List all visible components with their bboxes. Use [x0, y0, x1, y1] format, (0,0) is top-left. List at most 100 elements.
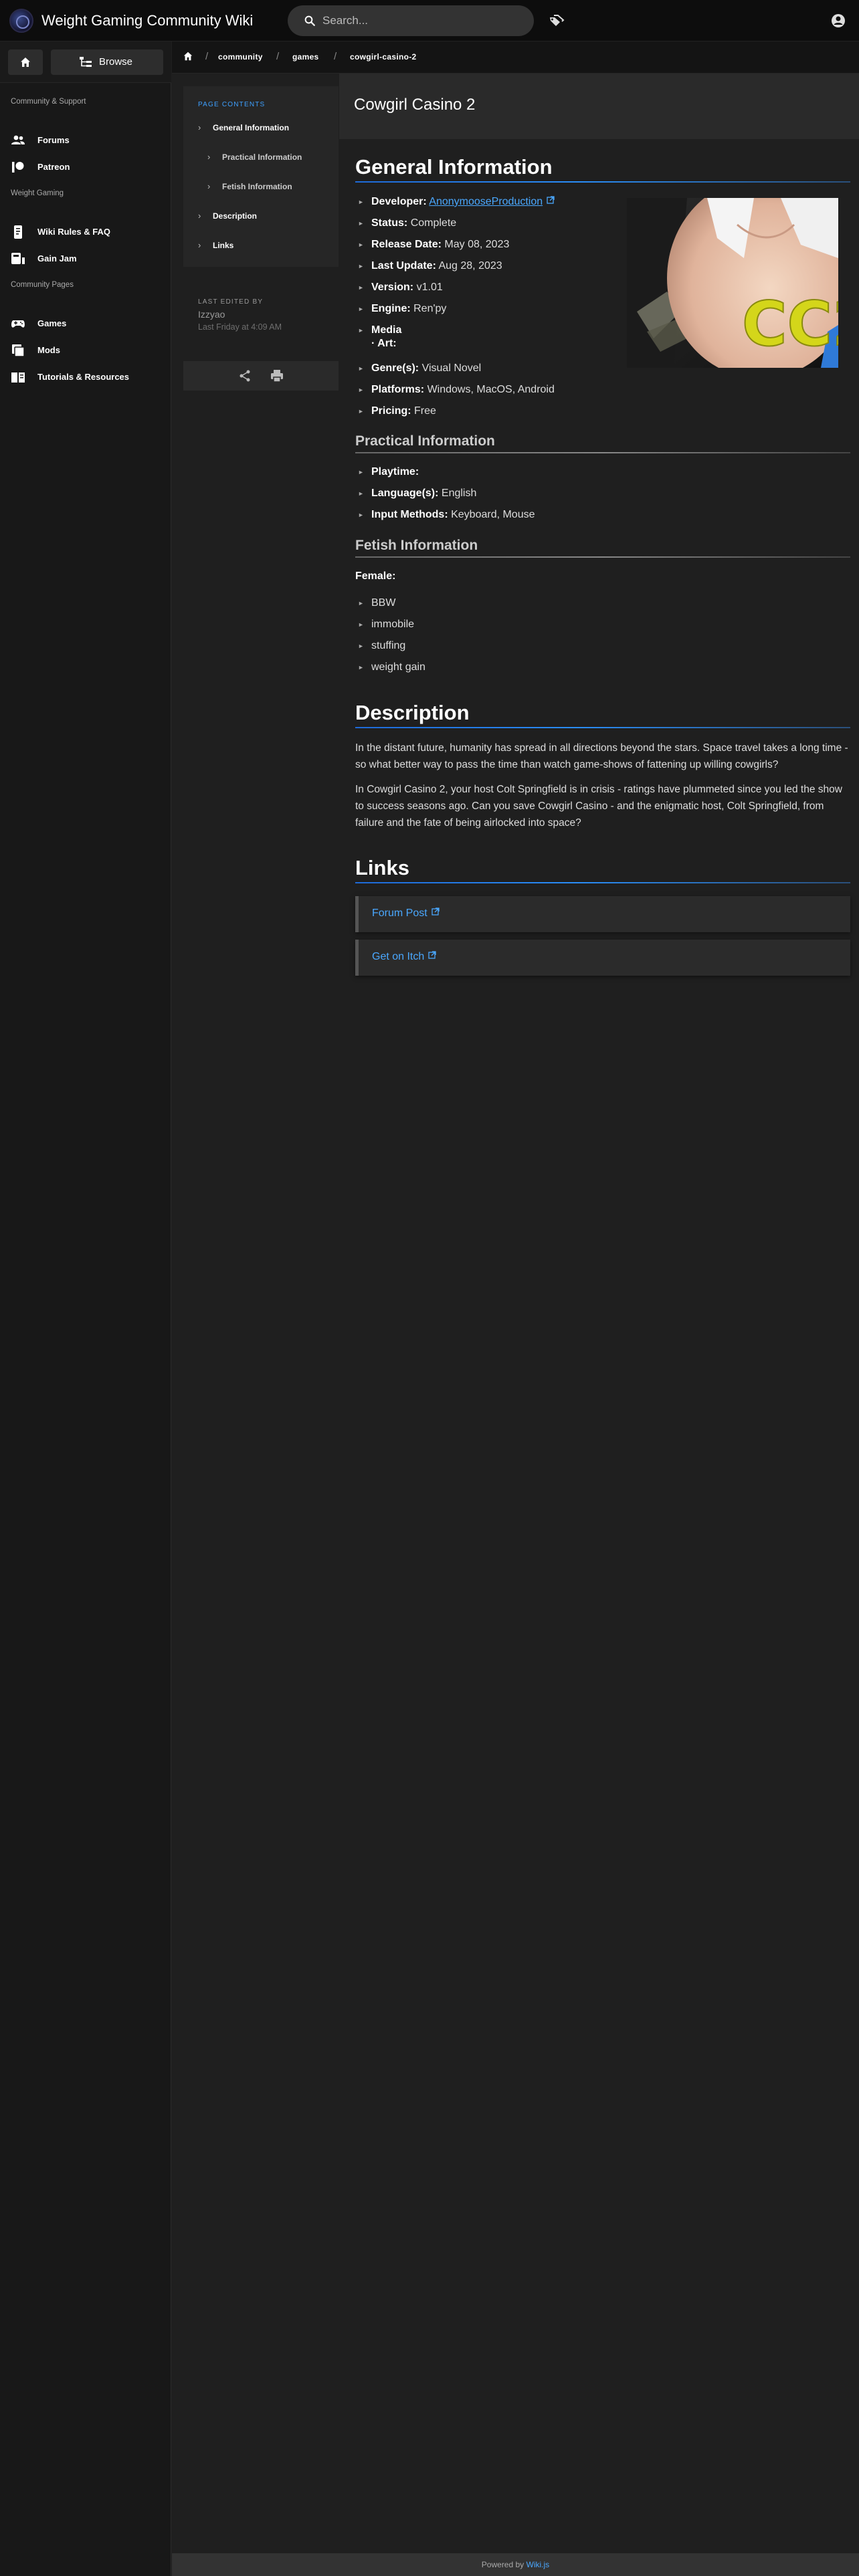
toc-item-label: General Information [213, 123, 290, 132]
breadcrumb-separator: / [334, 51, 337, 62]
link-get-on-itch[interactable]: Get on Itch [355, 940, 850, 976]
sidebar-item-label: Games [37, 318, 67, 328]
share-icon[interactable] [238, 369, 252, 383]
browse-label: Browse [99, 56, 133, 68]
description-paragraph: In Cowgirl Casino 2, your host Colt Spri… [355, 784, 842, 829]
home-icon[interactable] [183, 51, 193, 62]
field-label: Media [371, 324, 402, 336]
breadcrumb-item-community[interactable]: community [218, 52, 263, 62]
home-icon [21, 58, 30, 67]
link-forum-post[interactable]: Forum Post [355, 896, 850, 932]
heading-fetish: Fetish Information [355, 538, 478, 553]
sidebar-item-tutorials[interactable]: Tutorials & Resources [0, 364, 171, 390]
heading-links: Links [355, 856, 409, 879]
heading-general: General Information [355, 155, 553, 179]
chevron-right-icon: › [198, 122, 201, 132]
heading-description: Description [355, 701, 470, 724]
developer-link[interactable]: AnonymooseProduction [429, 196, 543, 207]
field-value: May 08, 2023 [444, 239, 510, 250]
heading-rule [355, 181, 850, 183]
sidebar-item-label: Tutorials & Resources [37, 372, 130, 382]
sidebar-header-community-pages: Community Pages [11, 281, 74, 289]
home-button[interactable] [8, 49, 43, 75]
browse-button[interactable]: Browse [51, 49, 163, 75]
cover-image[interactable]: CC2 [627, 198, 838, 368]
chevron-right-icon: › [198, 211, 201, 221]
page-header: Cowgirl Casino 2 [339, 74, 859, 139]
toc-item-label: Description [213, 211, 258, 221]
female-label: Female: [355, 570, 396, 582]
breadcrumb-item-games[interactable]: games [292, 52, 319, 62]
cover-art: CC2 [627, 198, 838, 368]
rules-icon [14, 225, 22, 239]
last-edited-time: Last Friday at 4:09 AM [198, 322, 282, 332]
print-icon[interactable] [270, 369, 284, 383]
external-link-icon [547, 196, 555, 204]
page-actions [183, 361, 339, 391]
patreon-icon [12, 162, 24, 173]
field-label: Platforms: [371, 384, 425, 395]
field-value: Free [414, 405, 436, 417]
external-link-icon [428, 951, 436, 959]
field-label: · Art: [371, 338, 397, 349]
last-edited: LAST EDITED BY Izzyao Last Friday at 4:0… [183, 281, 339, 348]
account-icon[interactable] [831, 13, 846, 28]
sidebar-item-label: Forums [37, 135, 70, 145]
field-value: English [441, 488, 477, 499]
link-label: Get on Itch [372, 951, 425, 962]
sidebar-header-weight-gaming: Weight Gaming [11, 189, 64, 197]
sidebar-item-label: Wiki Rules & FAQ [37, 227, 110, 237]
search-input[interactable] [322, 5, 523, 36]
description-paragraph: In the distant future, humanity has spre… [355, 742, 848, 770]
breadcrumb-item-current[interactable]: cowgirl-casino-2 [350, 52, 417, 62]
heading-rule [355, 727, 850, 728]
field-value: Windows, MacOS, Android [427, 384, 555, 395]
field-label: Playtime: [371, 466, 419, 477]
top-bar: Weight Gaming Community Wiki [0, 0, 859, 41]
toc-item-label: Links [213, 241, 234, 250]
mods-icon [12, 344, 25, 357]
field-value: Aug 28, 2023 [438, 260, 502, 272]
search-box[interactable] [288, 5, 534, 36]
tree-icon [80, 57, 92, 67]
site-logo-icon[interactable] [9, 9, 33, 33]
field-label: Release Date: [371, 239, 442, 250]
search-icon [304, 15, 315, 26]
sidebar-item-label: Patreon [37, 162, 70, 172]
field-label: Input Methods: [371, 509, 448, 520]
last-edited-label: LAST EDITED BY [198, 298, 264, 306]
breadcrumb-separator: / [276, 51, 280, 62]
page-title: Cowgirl Casino 2 [354, 96, 476, 114]
tags-icon[interactable] [549, 13, 565, 28]
sidebar-item-wiki-rules[interactable]: Wiki Rules & FAQ [0, 219, 171, 245]
footer: Powered by Wiki.js [172, 2553, 859, 2576]
sidebar-item-mods[interactable]: Mods [0, 338, 171, 363]
field-label: Engine: [371, 303, 411, 314]
field-label: Pricing: [371, 405, 411, 417]
sidebar-item-forums[interactable]: Forums [0, 128, 171, 153]
field-label: Status: [371, 217, 408, 229]
sidebar-item-patreon[interactable]: Patreon [0, 154, 171, 180]
chevron-right-icon: › [207, 152, 211, 162]
footer-link[interactable]: Wiki.js [527, 2560, 550, 2569]
sidebar-item-label: Gain Jam [37, 253, 77, 263]
cover-logo-text: CC2 [742, 288, 838, 360]
sidebar-header-community: Community & Support [11, 98, 86, 106]
site-title[interactable]: Weight Gaming Community Wiki [41, 12, 253, 29]
field-label: Last Update: [371, 260, 436, 272]
field-value: v1.01 [416, 282, 443, 293]
sidebar-buttons: Browse [0, 41, 171, 83]
field-label: Developer: [371, 196, 427, 207]
sidebar-item-gain-jam[interactable]: Gain Jam [0, 246, 171, 272]
link-label: Forum Post [372, 907, 427, 919]
field-value: Complete [410, 217, 457, 229]
toc-title: PAGE CONTENTS [198, 101, 266, 108]
last-edited-author[interactable]: Izzyao [198, 309, 225, 320]
chevron-right-icon: › [207, 181, 211, 191]
page-contents: PAGE CONTENTS › General Information › Prac… [183, 86, 339, 267]
breadcrumb: / community / games / cowgirl-casino-2 [172, 41, 859, 74]
people-icon [11, 135, 25, 144]
sidebar-item-games[interactable]: Games [0, 311, 171, 336]
gamepad-icon [11, 320, 25, 328]
heading-rule [355, 882, 850, 883]
